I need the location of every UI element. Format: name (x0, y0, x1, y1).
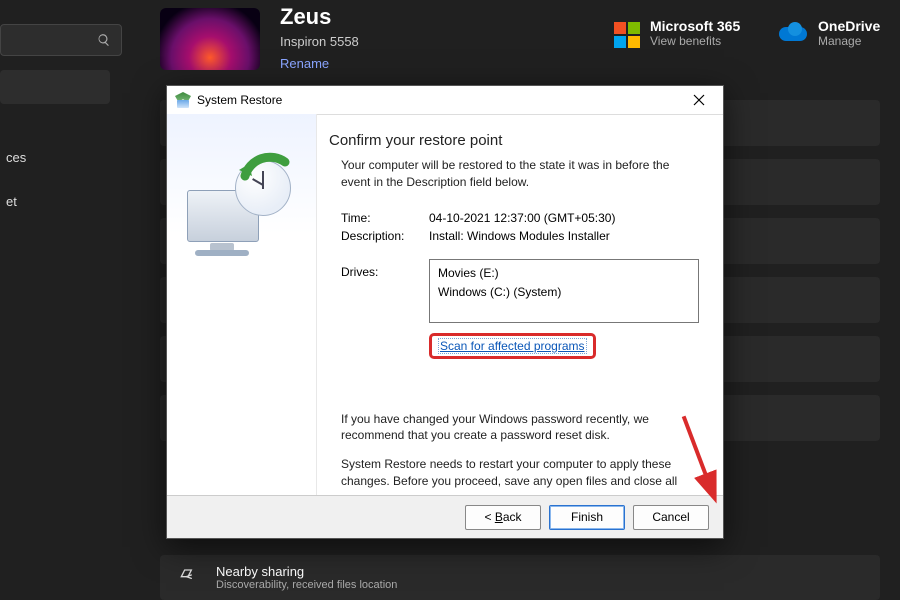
avatar (160, 8, 260, 70)
nearby-sub: Discoverability, received files location (216, 579, 397, 591)
search-icon (97, 33, 111, 47)
drives-label: Drives: (341, 259, 429, 279)
close-button[interactable] (683, 89, 715, 111)
onedrive-icon (778, 22, 808, 42)
dialog-intro: Your computer will be restored to the st… (329, 157, 699, 191)
time-value: 04-10-2021 12:37:00 (GMT+05:30) (429, 211, 699, 225)
finish-button[interactable]: Finish (549, 505, 625, 530)
user-name: Zeus (280, 4, 331, 30)
drive-item: Windows (C:) (System) (438, 283, 690, 302)
sidebar-item-2[interactable]: et (0, 184, 110, 218)
dialog-titlebar[interactable]: System Restore (167, 86, 723, 115)
nearby-title: Nearby sharing (216, 564, 397, 579)
ms365-tile[interactable]: Microsoft 365 View benefits (614, 18, 740, 48)
drives-list: Movies (E:) Windows (C:) (System) (429, 259, 699, 323)
scan-affected-programs-link[interactable]: Scan for affected programs (438, 338, 587, 354)
system-restore-icon (175, 92, 191, 108)
onedrive-sub: Manage (818, 34, 880, 48)
sidebar-item-0[interactable] (0, 70, 110, 104)
dialog-footer: < Back Finish Cancel (167, 495, 723, 538)
system-restore-dialog: System Restore Confirm your restore poin… (166, 85, 724, 539)
restore-graphic-icon (187, 152, 297, 262)
user-model: Inspiron 5558 (280, 34, 359, 49)
description-value: Install: Windows Modules Installer (429, 229, 699, 243)
onedrive-tile[interactable]: OneDrive Manage (778, 18, 880, 48)
dialog-heading: Confirm your restore point (329, 132, 699, 149)
nearby-sharing-row[interactable]: Nearby sharing Discoverability, received… (160, 555, 880, 600)
sidebar-item-label: et (0, 194, 17, 209)
sidebar-item-label: ces (0, 150, 26, 165)
dialog-side-panel (167, 114, 317, 496)
search-input[interactable] (0, 24, 122, 56)
share-icon (178, 565, 198, 590)
annotation-highlight: Scan for affected programs (429, 333, 596, 359)
microsoft-icon (614, 22, 640, 48)
password-note: If you have changed your Windows passwor… (329, 411, 699, 445)
ms365-label: Microsoft 365 (650, 18, 740, 34)
back-button[interactable]: < Back (465, 505, 541, 530)
cancel-button[interactable]: Cancel (633, 505, 709, 530)
drive-item: Movies (E:) (438, 264, 690, 283)
dialog-title: System Restore (197, 93, 282, 107)
onedrive-label: OneDrive (818, 18, 880, 34)
close-icon (693, 94, 705, 106)
dialog-body: Confirm your restore point Your computer… (167, 114, 723, 496)
dialog-main-panel: Confirm your restore point Your computer… (317, 114, 723, 496)
description-label: Description: (341, 229, 429, 243)
time-label: Time: (341, 211, 429, 225)
ms365-sub: View benefits (650, 34, 740, 48)
rename-link[interactable]: Rename (280, 56, 329, 71)
sidebar-item-1[interactable]: ces (0, 140, 110, 174)
